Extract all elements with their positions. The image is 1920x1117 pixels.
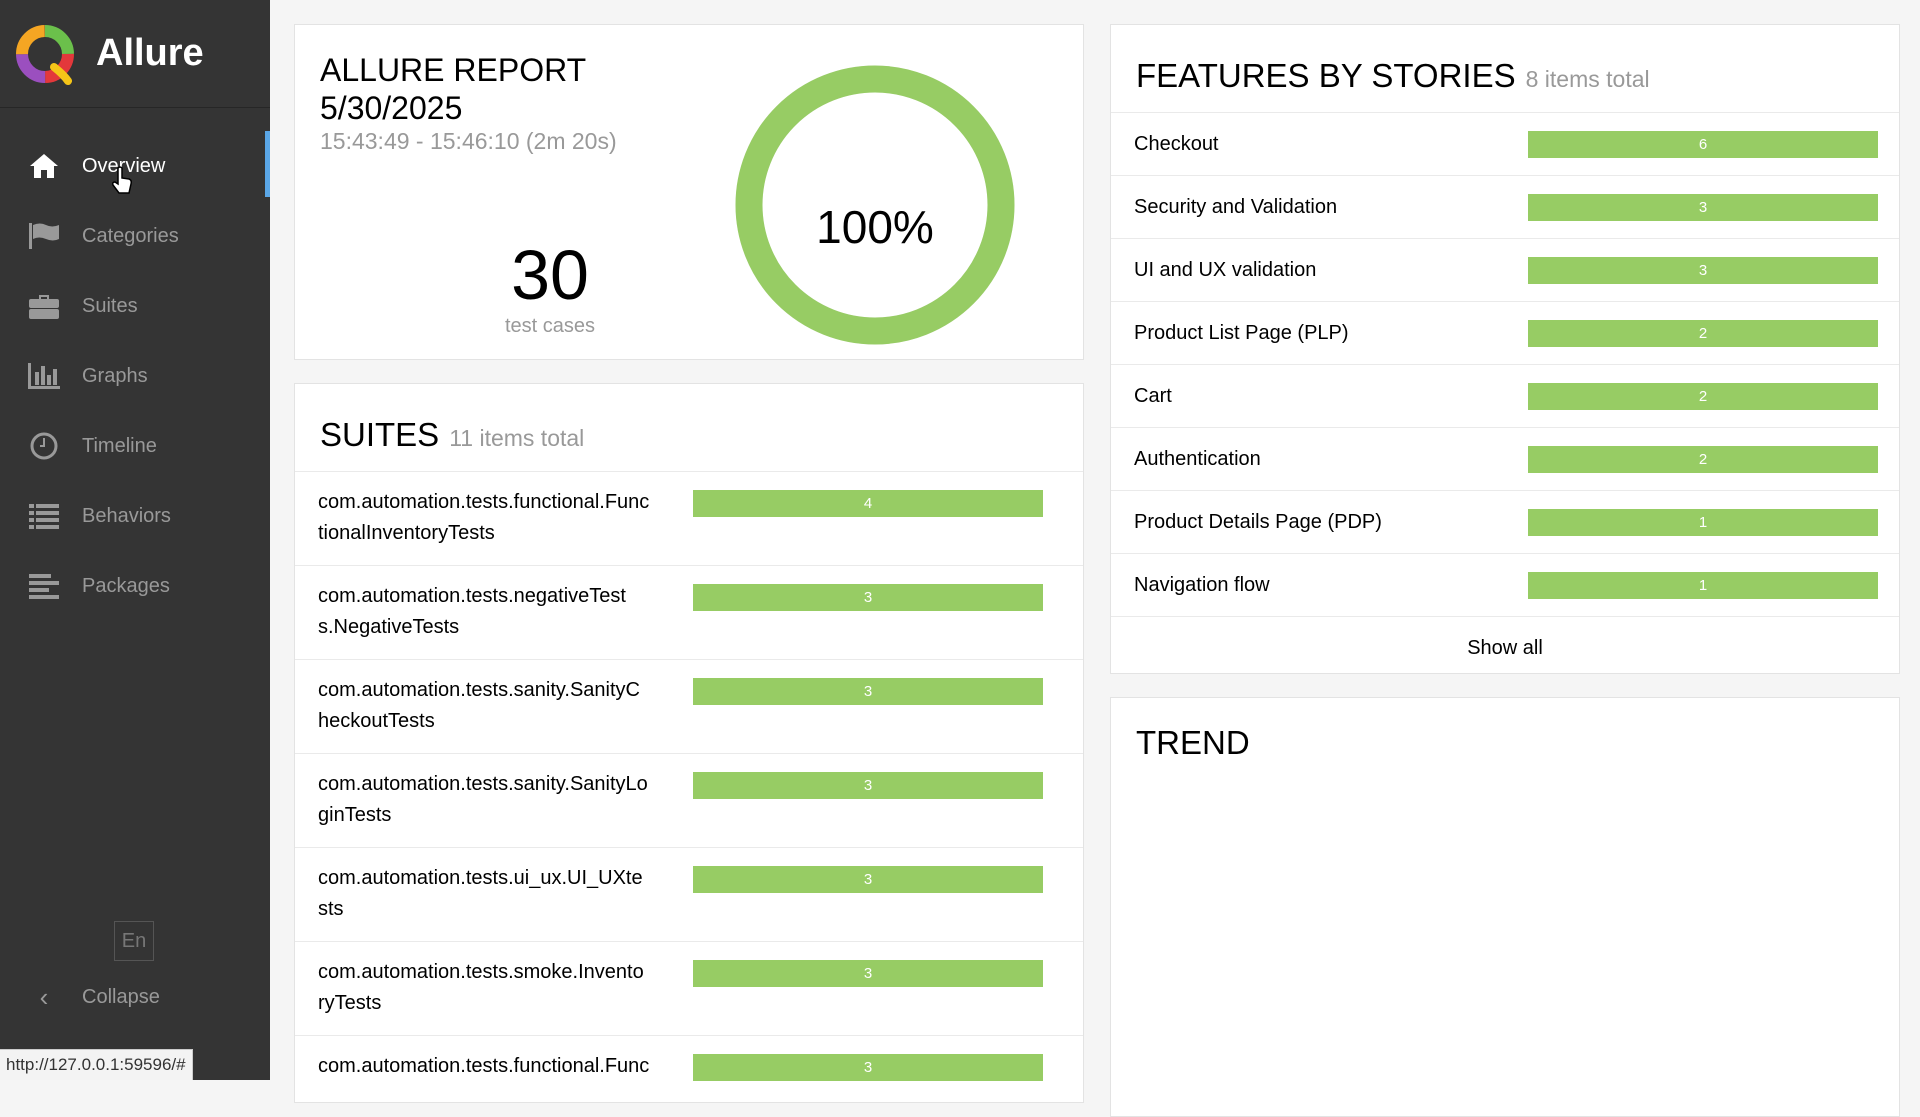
suite-name: com.automation.tests.negativeTest s.Negat… <box>318 585 626 638</box>
feature-row[interactable]: Checkout 6 <box>1111 113 1899 176</box>
trend-widget: TREND <box>1110 697 1900 1117</box>
suite-row[interactable]: com.automation.tests.functional.Func tion… <box>295 472 1083 566</box>
chevron-left-icon: ‹ <box>39 981 49 1012</box>
collapse-button[interactable]: ‹ Collapse <box>27 977 160 1017</box>
report-title-line: ALLURE REPORT <box>320 52 587 88</box>
feature-passed-bar: 1 <box>1528 508 1878 536</box>
suites-title: SUITES <box>320 416 440 453</box>
suite-row[interactable]: com.automation.tests.ui_ux.UI_UXte sts 3 <box>295 848 1083 942</box>
feature-row[interactable]: UI and UX validation 3 <box>1111 239 1899 302</box>
home-icon <box>27 151 61 181</box>
allure-logo-icon <box>16 24 74 85</box>
nav-label: Graphs <box>82 364 148 387</box>
suite-name: com.automation.tests.smoke.Invento ryTest… <box>318 961 644 1014</box>
suite-name: com.automation.tests.functional.Func <box>318 1055 650 1077</box>
feature-row[interactable]: Authentication 2 <box>1111 428 1899 491</box>
suite-passed-bar: 3 <box>693 584 1043 611</box>
sidebar: Allure Overview Categories Suites Graphs <box>0 0 270 1080</box>
feature-name: UI and UX validation <box>1134 258 1317 281</box>
total-test-label: test cases <box>504 315 596 337</box>
briefcase-icon <box>27 291 61 321</box>
mouse-pointer-icon <box>112 166 132 194</box>
features-header: FEATURES BY STORIES 8 items total <box>1111 25 1899 113</box>
suite-passed-bar: 3 <box>693 960 1043 987</box>
bar-chart-icon <box>27 361 61 391</box>
suite-name: com.automation.tests.ui_ux.UI_UXte sts <box>318 867 643 920</box>
features-by-stories-widget: FEATURES BY STORIES 8 items total Checko… <box>1110 24 1900 674</box>
pass-rate-value: 100% <box>816 201 934 253</box>
suite-passed-bar: 3 <box>693 1054 1043 1081</box>
suite-passed-bar: 3 <box>693 772 1043 799</box>
nav-label: Timeline <box>82 434 157 457</box>
feature-name: Checkout <box>1134 132 1219 155</box>
brand[interactable]: Allure <box>0 0 270 108</box>
suites-count: 11 items total <box>449 425 585 451</box>
feature-name: Product Details Page (PDP) <box>1134 510 1382 533</box>
nav-item-suites[interactable]: Suites <box>0 271 270 341</box>
align-left-icon <box>27 571 61 601</box>
clock-icon <box>27 431 61 461</box>
suites-widget: SUITES 11 items total com.automation.tes… <box>294 383 1084 1103</box>
total-test-count: 30 <box>511 236 589 314</box>
feature-name: Security and Validation <box>1134 195 1338 218</box>
feature-passed-bar: 2 <box>1528 319 1878 347</box>
feature-name: Product List Page (PLP) <box>1134 321 1349 344</box>
feature-name: Cart <box>1134 384 1172 407</box>
summary-widget: ALLURE REPORT 5/30/2025 15:43:49 - 15:46… <box>294 24 1084 360</box>
nav-label: Categories <box>82 224 179 247</box>
flag-icon <box>27 221 61 251</box>
feature-passed-bar: 2 <box>1528 382 1878 410</box>
suite-row[interactable]: com.automation.tests.sanity.SanityC hecko… <box>295 660 1083 754</box>
feature-passed-bar: 1 <box>1528 571 1878 599</box>
nav-item-categories[interactable]: Categories <box>0 201 270 271</box>
nav-item-graphs[interactable]: Graphs <box>0 341 270 411</box>
feature-name: Authentication <box>1134 447 1261 470</box>
nav-item-packages[interactable]: Packages <box>0 551 270 621</box>
status-bar-url: http://127.0.0.1:59596/# <box>0 1049 193 1080</box>
main-nav: Overview Categories Suites Graphs Timeli… <box>0 131 270 621</box>
nav-item-overview[interactable]: Overview <box>0 131 270 201</box>
feature-row[interactable]: Navigation flow 1 <box>1111 554 1899 617</box>
suite-row[interactable]: com.automation.tests.negativeTest s.Negat… <box>295 566 1083 660</box>
suite-passed-bar: 3 <box>693 678 1043 705</box>
feature-row[interactable]: Product Details Page (PDP) 1 <box>1111 491 1899 554</box>
language-switch-button[interactable]: En <box>114 921 154 961</box>
feature-name: Navigation flow <box>1134 573 1270 596</box>
report-time-range: 15:43:49 - 15:46:10 (2m 20s) <box>320 128 617 154</box>
show-all-link[interactable]: Show all <box>1111 617 1899 673</box>
feature-passed-bar: 6 <box>1528 130 1878 158</box>
suite-row[interactable]: com.automation.tests.functional.Func 3 <box>295 1036 1083 1102</box>
report-date: 5/30/2025 <box>320 90 463 126</box>
suite-name: com.automation.tests.functional.Func tion… <box>318 491 650 544</box>
trend-title: TREND <box>1136 724 1250 761</box>
suite-passed-bar: 3 <box>693 866 1043 893</box>
feature-passed-bar: 2 <box>1528 445 1878 473</box>
feature-row[interactable]: Product List Page (PLP) 2 <box>1111 302 1899 365</box>
suite-row[interactable]: com.automation.tests.sanity.SanityLo ginT… <box>295 754 1083 848</box>
list-icon <box>27 501 61 531</box>
nav-label: Suites <box>82 294 138 317</box>
suite-name: com.automation.tests.sanity.SanityLo ginT… <box>318 773 648 826</box>
suites-header: SUITES 11 items total <box>295 384 1083 472</box>
feature-row[interactable]: Cart 2 <box>1111 365 1899 428</box>
nav-label: Packages <box>82 574 170 597</box>
collapse-label: Collapse <box>82 985 160 1008</box>
nav-item-timeline[interactable]: Timeline <box>0 411 270 481</box>
suite-row[interactable]: com.automation.tests.smoke.Invento ryTest… <box>295 942 1083 1036</box>
features-title: FEATURES BY STORIES <box>1136 57 1516 94</box>
nav-item-behaviors[interactable]: Behaviors <box>0 481 270 551</box>
feature-passed-bar: 3 <box>1528 193 1878 221</box>
feature-row[interactable]: Security and Validation 3 <box>1111 176 1899 239</box>
suite-name: com.automation.tests.sanity.SanityC hecko… <box>318 679 640 732</box>
suite-passed-bar: 4 <box>693 490 1043 517</box>
features-count: 8 items total <box>1525 66 1650 92</box>
feature-passed-bar: 3 <box>1528 256 1878 284</box>
report-title: ALLURE REPORT 5/30/2025 <box>320 51 586 127</box>
nav-label: Behaviors <box>82 504 171 527</box>
brand-name: Allure <box>96 32 204 74</box>
